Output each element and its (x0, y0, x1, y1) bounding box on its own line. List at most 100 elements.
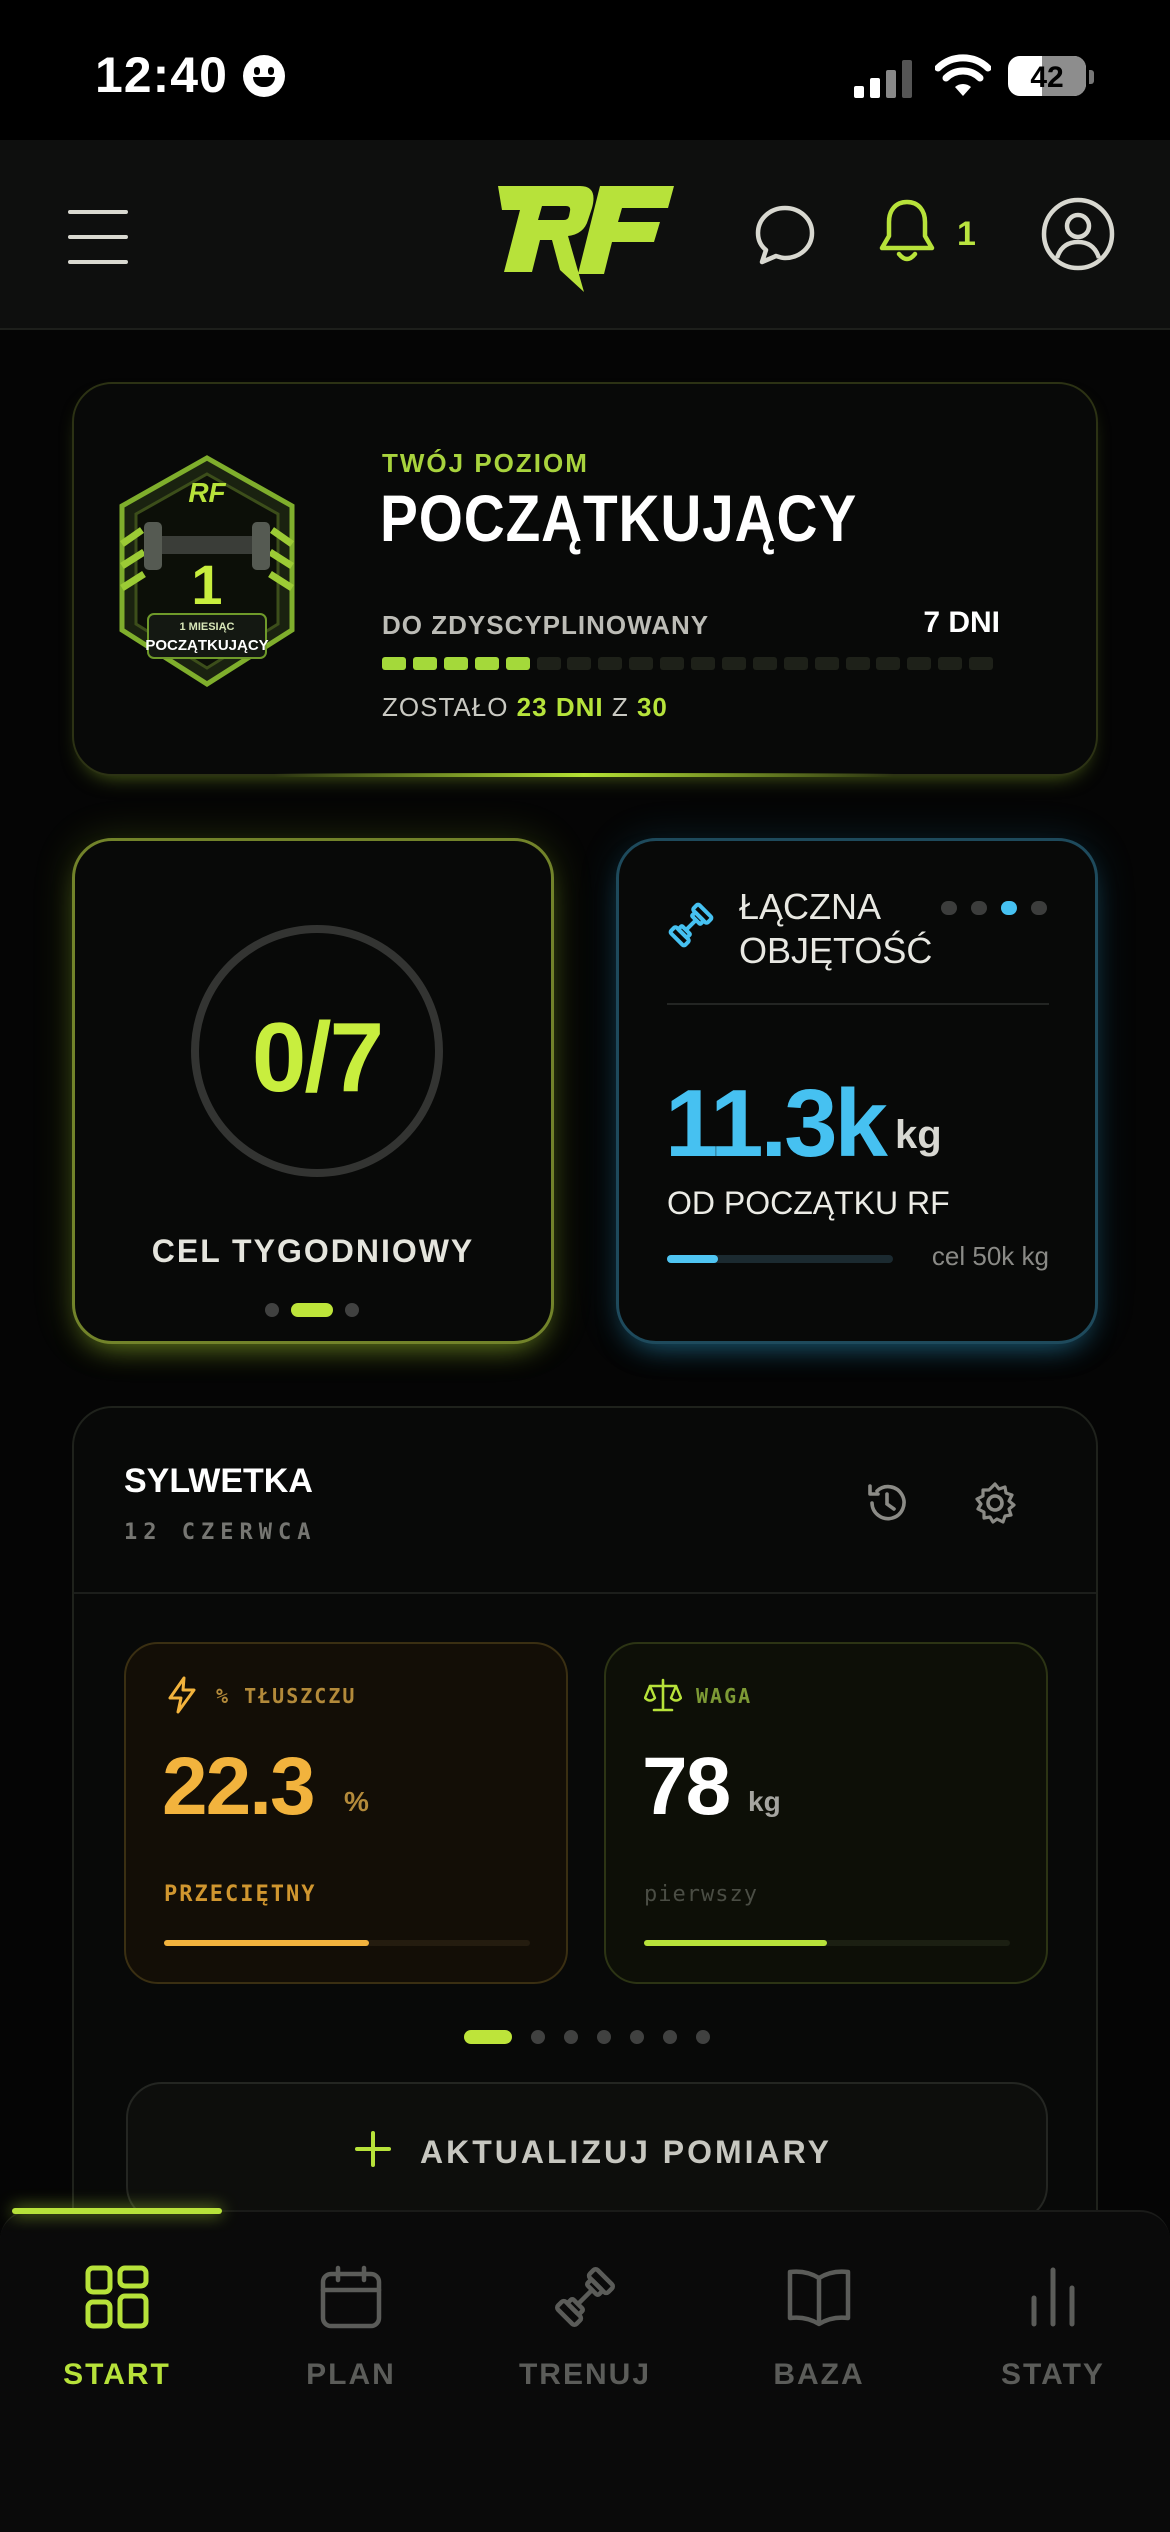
wifi-icon (935, 54, 991, 96)
body-fat-fill (164, 1940, 369, 1946)
body-fat-label: % TŁUSZCZU (216, 1684, 357, 1708)
dumbbell-icon (555, 2267, 615, 2327)
weekly-goal-label: CEL TYGODNIOWY (151, 1233, 475, 1269)
tab-baza[interactable]: BAZA (702, 2248, 936, 2408)
pager-dot[interactable] (464, 2030, 512, 2044)
body-fat-status: PRZECIĘTNY (164, 1882, 317, 1907)
progress-segment (938, 657, 963, 670)
menu-button[interactable] (68, 210, 128, 264)
total-volume-card[interactable]: ŁĄCZNA OBJĘTOŚĆ 11.3k kg OD POCZĄTKU RF … (616, 838, 1098, 1344)
svg-text:1 MIESIĄC: 1 MIESIĄC (179, 621, 234, 633)
body-fat-card[interactable]: % TŁUSZCZU 22.3 % PRZECIĘTNY (124, 1642, 568, 1984)
level-card[interactable]: RF 1 1 MIESIĄC POCZĄTKUJĄCY TWÓJ POZIOM … (72, 382, 1098, 777)
pager-dot[interactable] (597, 2030, 611, 2044)
svg-text:RF: RF (188, 477, 226, 508)
profile-icon[interactable] (1040, 196, 1116, 272)
rf-logo: RF (498, 186, 674, 292)
progress-segment (721, 657, 746, 670)
weight-value: 78 (642, 1741, 731, 1832)
level-title: POCZĄTKUJĄCY (380, 481, 858, 555)
volume-progress-track (667, 1255, 893, 1263)
progress-segment (567, 657, 592, 670)
settings-gear-icon[interactable] (972, 1480, 1018, 1526)
progress-segment (783, 657, 808, 670)
update-measurements-button[interactable]: AKTUALIZUJ POMIARY (126, 2082, 1048, 2222)
pager-dot[interactable] (564, 2030, 578, 2044)
progress-segment (629, 657, 654, 670)
tab-baza-label: BAZA (773, 2358, 865, 2391)
active-tab-indicator (12, 2208, 222, 2214)
svg-text:POCZĄTKUJĄCY: POCZĄTKUJĄCY (145, 637, 268, 654)
tab-staty-label: STATY (1001, 2358, 1105, 2391)
progress-segment (536, 657, 561, 670)
lightning-icon (168, 1676, 196, 1714)
silhouette-pager[interactable] (464, 2030, 724, 2046)
battery-level: 42 (1030, 61, 1064, 94)
weight-status: pierwszy (644, 1882, 758, 1907)
next-level-label: DO ZDYSCYPLINOWANY (382, 610, 710, 640)
bell-icon[interactable] (876, 196, 938, 266)
smiley-icon (243, 55, 285, 97)
weight-fill (644, 1940, 827, 1946)
progress-segment (969, 657, 994, 670)
pager-dot[interactable] (531, 2030, 545, 2044)
pager-dot[interactable] (630, 2030, 644, 2044)
app-header: RF 1 (0, 140, 1170, 330)
progress-segment (907, 657, 932, 670)
silhouette-date: 12 CZERWCA (124, 1520, 317, 1545)
history-icon[interactable] (864, 1480, 910, 1526)
tab-plan[interactable]: PLAN (234, 2248, 468, 2408)
progress-segment (876, 657, 901, 670)
calendar-icon (320, 2265, 382, 2329)
pager-dot[interactable] (696, 2030, 710, 2044)
notification-count: 1 (957, 215, 976, 253)
status-time: 12:40 (95, 47, 228, 103)
total-volume-value: 11.3k (665, 1070, 888, 1177)
pager-dot[interactable] (1001, 901, 1017, 915)
bottom-tab-bar: START PLAN TRENUJ BAZA STATY (0, 2208, 1170, 2532)
update-measurements-label: AKTUALIZUJ POMIARY (420, 2134, 832, 2170)
grid-icon (85, 2265, 149, 2329)
pager-dot[interactable] (1031, 901, 1047, 915)
status-bar: 12:40 42 (0, 0, 1170, 140)
book-icon (787, 2269, 851, 2327)
pager-dot[interactable] (971, 901, 987, 915)
progress-segment (660, 657, 685, 670)
weekly-goal-card[interactable]: 0/7 CEL TYGODNIOWY (72, 838, 554, 1344)
pager-dot[interactable] (663, 2030, 677, 2044)
progress-segment (382, 657, 406, 670)
plus-icon (355, 2131, 391, 2167)
pager-dot[interactable] (345, 1303, 359, 1317)
tab-start[interactable]: START (0, 2248, 234, 2408)
body-fat-track (164, 1940, 530, 1946)
level-progress-bar (382, 657, 1000, 671)
pager-dot[interactable] (941, 901, 957, 915)
progress-segment (691, 657, 715, 670)
level-badge: RF 1 1 MIESIĄC POCZĄTKUJĄCY (119, 455, 295, 687)
total-volume-title: ŁĄCZNA OBJĘTOŚĆ (739, 886, 933, 971)
bar-chart-icon (1031, 2267, 1075, 2327)
tab-staty[interactable]: STATY (936, 2248, 1170, 2408)
volume-progress-fill (667, 1255, 719, 1263)
chat-icon[interactable] (752, 202, 818, 268)
progress-segment (412, 657, 437, 670)
tab-trenuj-label: TRENUJ (518, 2358, 651, 2391)
progress-segment (474, 657, 499, 670)
dumbbell-icon (668, 902, 714, 948)
silhouette-title: SYLWETKA (124, 1462, 313, 1500)
pager-dot[interactable] (291, 1303, 333, 1317)
total-volume-unit: kg (895, 1113, 942, 1157)
volume-pager[interactable] (941, 901, 1051, 917)
tab-plan-label: PLAN (306, 2358, 396, 2391)
cellular-signal-icon (854, 58, 914, 98)
volume-goal: cel 50k kg (931, 1241, 1049, 1271)
weight-track (644, 1940, 1010, 1946)
tab-start-label: START (63, 2358, 171, 2391)
weekly-goal-pager[interactable] (265, 1303, 365, 1319)
remaining-days: ZOSTAŁO 23 DNI Z 30 (382, 692, 668, 722)
level-eyebrow: TWÓJ POZIOM (382, 448, 589, 478)
pager-dot[interactable] (265, 1303, 279, 1317)
battery-icon: 42 (1008, 56, 1086, 96)
weight-card[interactable]: WAGA 78 kg pierwszy (604, 1642, 1048, 1984)
tab-trenuj[interactable]: TRENUJ (468, 2248, 702, 2408)
